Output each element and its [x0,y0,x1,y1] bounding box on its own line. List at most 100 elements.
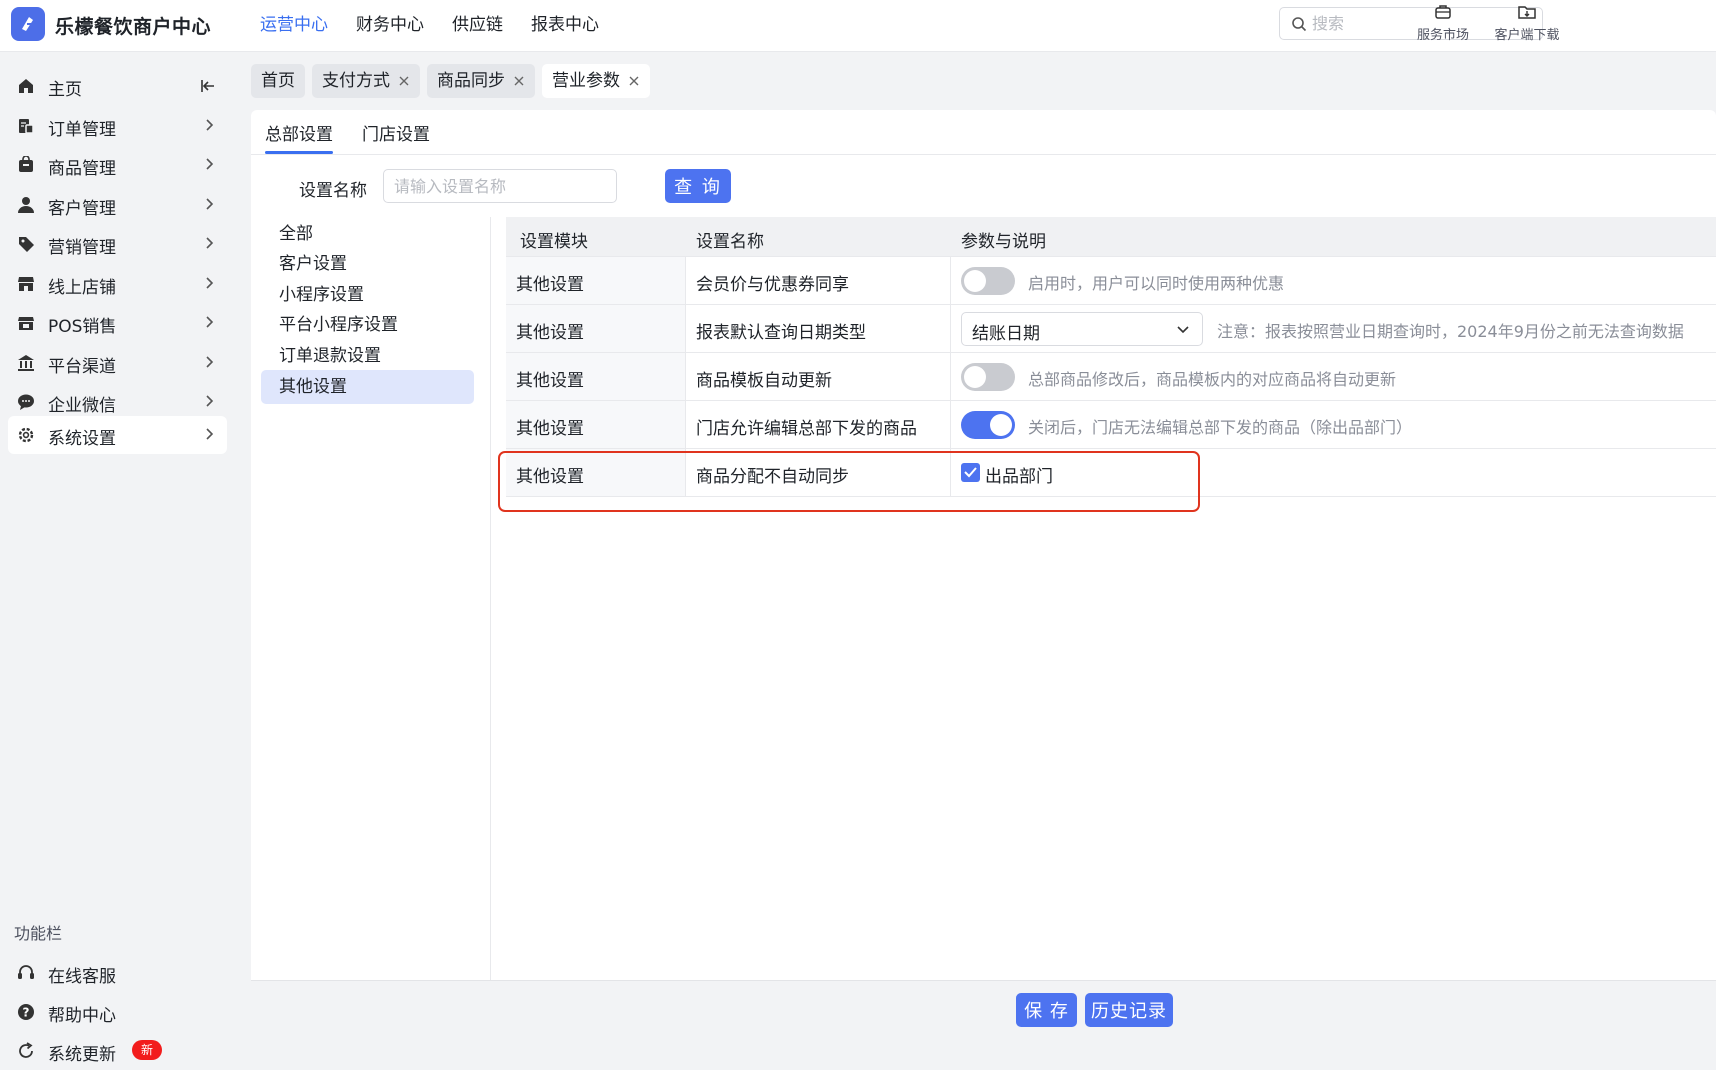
history-button[interactable]: 历史记录 [1085,993,1173,1027]
store-icon [18,277,34,291]
sidebar-item-system-settings[interactable]: 系统设置 [8,416,227,454]
chevron-right-icon [206,158,214,170]
store-edit-hq-goods-toggle[interactable] [961,411,1015,439]
category-platform-miniapp[interactable]: 平台小程序设置 [261,308,474,342]
home-icon [19,79,33,93]
template-auto-update-toggle[interactable] [961,363,1015,391]
refresh-icon [19,1042,33,1058]
subtab-store-settings[interactable]: 门店设置 [362,120,430,145]
client-download-button[interactable]: 客户端下载 [1487,2,1567,43]
sidebar-item-home[interactable]: 主页 [8,67,227,105]
chevron-right-icon [206,395,214,407]
tab-label: 支付方式 [322,71,390,91]
topnav-reports[interactable]: 报表中心 [531,0,599,52]
column-header-module: 设置模块 [520,232,588,252]
sidebar-item-pos[interactable]: POS销售 [8,304,227,342]
sidebar-item-goods[interactable]: 商品管理 [8,146,227,184]
table-row: 其他设置 商品模板自动更新 总部商品修改后，商品模板内的对应商品将自动更新 [506,353,1716,401]
sidebar-item-customers[interactable]: 客户管理 [8,186,227,224]
sidebar-online-support[interactable]: 在线客服 [8,954,227,992]
collapse-sidebar-icon[interactable] [199,77,217,95]
top-bar: 乐檬餐饮商户中心 运营中心 财务中心 供应链 报表中心 服务市场 客户端下载 [0,0,1716,52]
chevron-right-icon [206,356,214,368]
sidebar-system-update[interactable]: 系统更新 新 [8,1032,227,1070]
sidebar-item-label: 系统设置 [48,429,116,449]
report-date-type-select[interactable]: 结账日期 [961,312,1203,346]
select-value: 结账日期 [972,324,1040,344]
sidebar-item-label: 营销管理 [48,238,116,258]
chevron-right-icon [206,316,214,328]
tab-home[interactable]: 首页 [251,64,305,98]
topnav-operation[interactable]: 运营中心 [260,0,328,52]
row-module: 其他设置 [516,419,584,439]
row-module: 其他设置 [516,275,584,295]
page-tabs: 首页 支付方式 商品同步 营业参数 [251,64,657,100]
sidebar-item-online-store[interactable]: 线上店铺 [8,265,227,303]
tab-goods-sync[interactable]: 商品同步 [427,64,535,98]
row-description: 总部商品修改后，商品模板内的对应商品将自动更新 [1028,370,1397,389]
help-center-label: 帮助中心 [48,1006,116,1026]
sidebar-help-center[interactable]: ? 帮助中心 [8,993,227,1031]
function-bar-title: 功能栏 [14,924,63,943]
sub-tabs: 总部设置 门店设置 [251,110,1716,155]
sidebar-item-marketing[interactable]: 营销管理 [8,225,227,263]
table-header: 设置模块 设置名称 参数与说明 [506,217,1716,257]
svg-text:?: ? [23,1006,30,1020]
table-row: 其他设置 报表默认查询日期类型 结账日期 注意：报表按照营业日期查询时，2024… [506,305,1716,353]
sidebar-item-channels[interactable]: 平台渠道 [8,344,227,382]
category-order-refund[interactable]: 订单退款设置 [261,339,474,373]
service-market-label: 服务市场 [1416,28,1469,43]
tab-label: 商品同步 [437,71,505,91]
help-icon: ? [18,1004,34,1020]
member-coupon-toggle[interactable] [961,267,1015,295]
active-tab-indicator [265,151,333,154]
sidebar: 主页 订单管理 商品管理 客户管理 营销管理 线上店铺 POS销售 平台渠道 企 [0,52,237,1065]
app-title: 乐檬餐饮商户中心 [55,16,212,38]
category-customer[interactable]: 客户设置 [261,247,474,281]
tab-label: 首页 [261,71,295,91]
setting-name-input[interactable] [383,169,617,203]
category-all[interactable]: 全部 [261,217,474,251]
sidebar-item-label: 客户管理 [48,199,116,219]
row-setting-name: 报表默认查询日期类型 [696,323,866,343]
subtab-hq-settings[interactable]: 总部设置 [265,120,333,145]
topnav-finance[interactable]: 财务中心 [356,0,424,52]
sidebar-item-label: 主页 [48,80,82,100]
headset-icon [18,965,34,979]
tab-label: 营业参数 [552,71,620,91]
category-other[interactable]: 其他设置 [261,370,474,404]
goods-icon [19,156,33,172]
save-button[interactable]: 保 存 [1016,993,1077,1027]
table-row: 其他设置 会员价与优惠券同享 启用时，用户可以同时使用两种优惠 [506,257,1716,305]
close-icon[interactable] [398,75,410,87]
close-icon[interactable] [513,75,525,87]
category-miniapp[interactable]: 小程序设置 [261,278,474,312]
close-icon[interactable] [628,75,640,87]
tab-payment-methods[interactable]: 支付方式 [312,64,420,98]
tab-business-params[interactable]: 营业参数 [542,64,650,98]
topnav-supply-chain[interactable]: 供应链 [452,0,503,52]
sidebar-item-label: POS销售 [48,317,117,337]
chevron-down-icon [1177,326,1189,334]
top-nav: 运营中心 财务中心 供应链 报表中心 [260,0,627,52]
sidebar-item-label: 企业微信 [48,396,116,416]
sidebar-item-label: 订单管理 [48,120,116,140]
table-row: 其他设置 门店允许编辑总部下发的商品 关闭后，门店无法编辑总部下发的商品（除出品… [506,401,1716,449]
app-logo[interactable] [11,7,45,41]
category-list: 全部 客户设置 小程序设置 平台小程序设置 订单退款设置 其他设置 [251,217,491,980]
row-module: 其他设置 [516,371,584,391]
tag-icon [19,237,34,252]
chevron-right-icon [206,428,214,440]
query-button[interactable]: 查 询 [665,169,731,203]
row-setting-name: 会员价与优惠券同享 [696,275,849,295]
service-market-button[interactable]: 服务市场 [1403,2,1483,43]
chat-icon [18,394,34,410]
sidebar-item-orders[interactable]: 订单管理 [8,107,227,145]
chevron-right-icon [206,198,214,210]
row-module: 其他设置 [516,323,584,343]
folder-download-icon [1518,6,1536,19]
footer-bar: 保 存 历史记录 [251,980,1716,1041]
bank-icon [18,355,34,371]
sidebar-item-label: 平台渠道 [48,357,116,377]
main-panel: 总部设置 门店设置 设置名称 查 询 全部 客户设置 小程序设置 平台小程序设置… [251,110,1716,980]
